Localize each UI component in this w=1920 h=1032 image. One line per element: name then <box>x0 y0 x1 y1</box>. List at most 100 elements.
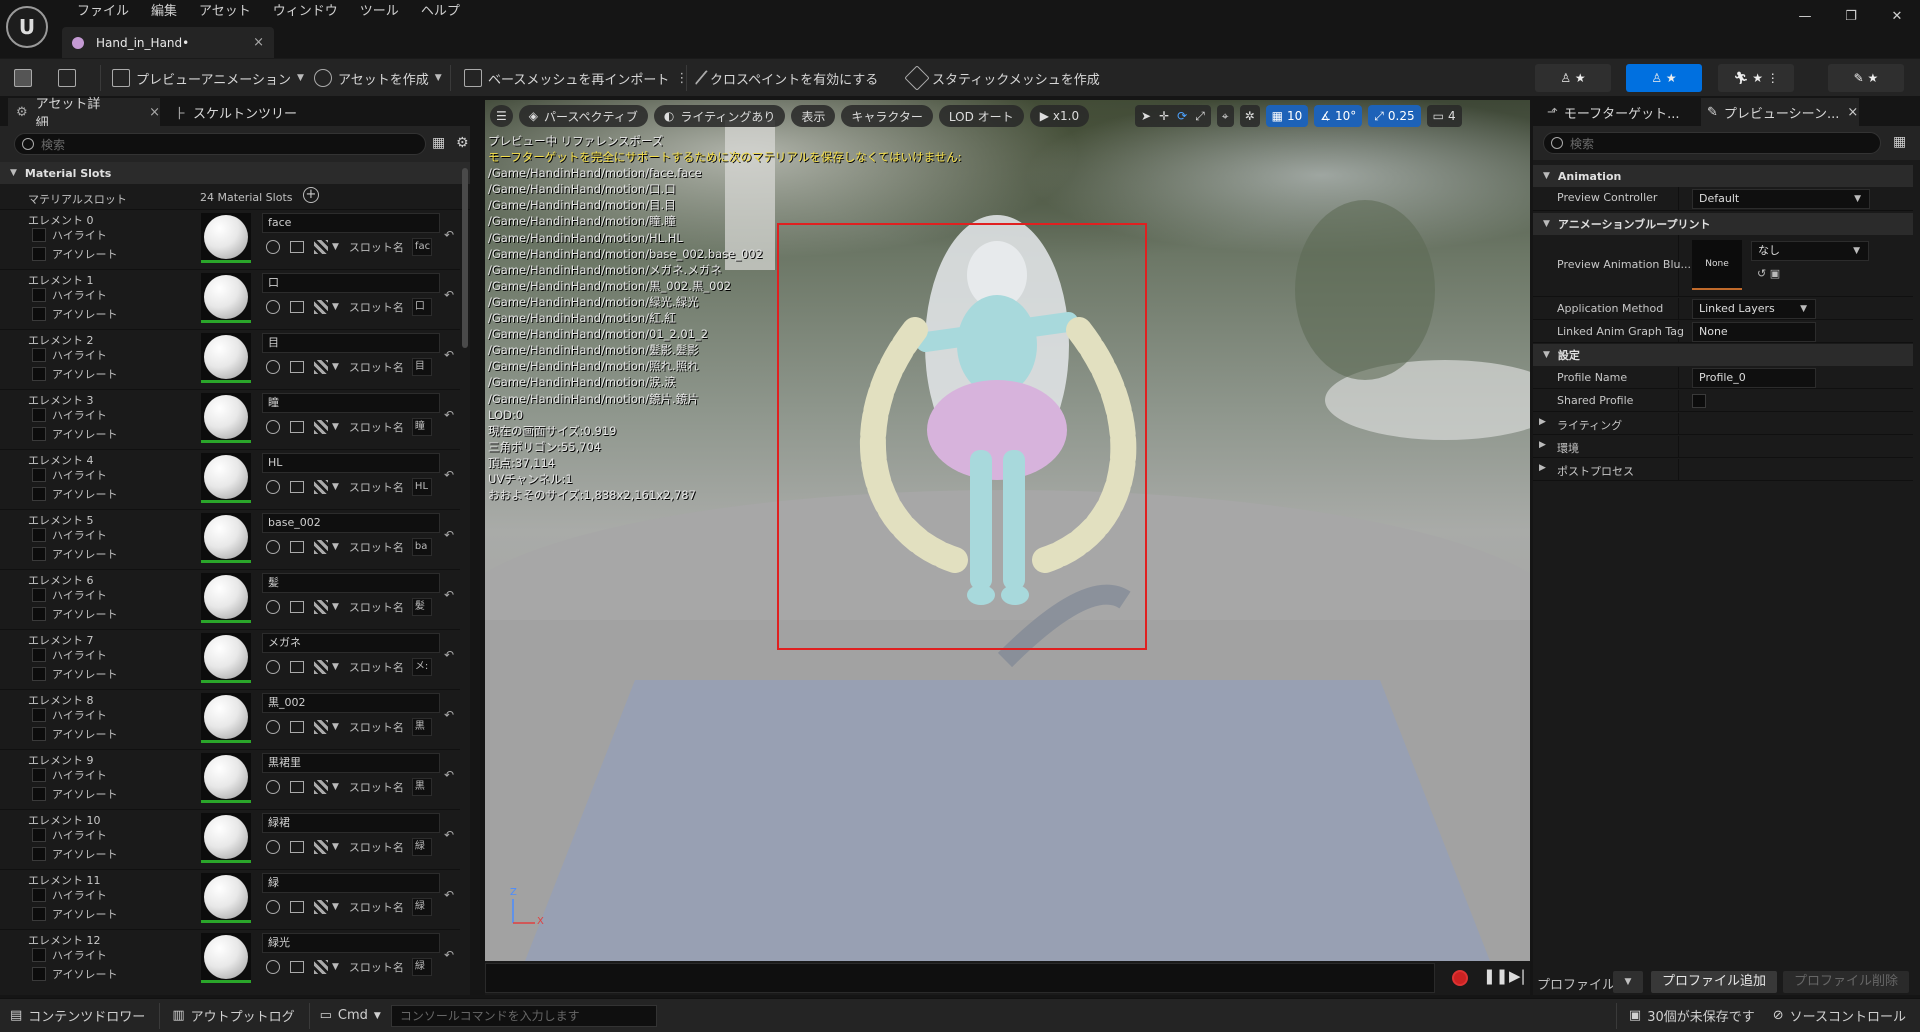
highlight-toggle[interactable]: ハイライト <box>32 647 107 663</box>
isolate-checkbox[interactable] <box>32 787 46 801</box>
isolate-toggle[interactable]: アイソレート <box>32 906 117 922</box>
reset-arrow-icon[interactable]: ↶ <box>444 888 454 902</box>
material-options-icon[interactable] <box>314 360 328 374</box>
material-thumbnail[interactable] <box>201 633 251 683</box>
playback-speed-button[interactable]: ▶ x1.0 <box>1029 105 1090 127</box>
chevron-down-icon[interactable]: ▼ <box>332 302 339 312</box>
character-button[interactable]: キャラクター <box>841 105 933 127</box>
material-name-field[interactable]: 口 <box>262 273 440 293</box>
highlight-toggle[interactable]: ハイライト <box>32 767 107 783</box>
material-options-icon[interactable] <box>314 480 328 494</box>
material-thumbnail[interactable] <box>201 753 251 803</box>
use-selected-icon[interactable] <box>266 720 280 734</box>
reset-arrow-icon[interactable]: ↶ <box>444 228 454 242</box>
highlight-toggle[interactable]: ハイライト <box>32 527 107 543</box>
material-slots-category[interactable]: ▼ Material Slots <box>0 162 470 184</box>
use-selected-icon[interactable] <box>266 960 280 974</box>
material-options-icon[interactable] <box>314 780 328 794</box>
slot-name-field[interactable]: 黒 <box>411 718 432 736</box>
isolate-toggle[interactable]: アイソレート <box>32 726 117 742</box>
use-selected-icon[interactable] <box>266 900 280 914</box>
use-selected-icon[interactable] <box>266 240 280 254</box>
isolate-toggle[interactable]: アイソレート <box>32 366 117 382</box>
slot-name-field[interactable]: 緑 <box>411 898 432 916</box>
record-icon[interactable] <box>1452 970 1468 986</box>
add-material-icon[interactable]: + <box>303 187 319 203</box>
rp-search-input[interactable]: 検索 <box>1543 132 1881 154</box>
isolate-checkbox[interactable] <box>32 727 46 741</box>
isolate-toggle[interactable]: アイソレート <box>32 306 117 322</box>
material-thumbnail[interactable] <box>201 213 251 263</box>
material-thumbnail[interactable] <box>201 333 251 383</box>
use-selected-icon[interactable] <box>266 840 280 854</box>
menu-window[interactable]: ウィンドウ <box>262 2 349 22</box>
chevron-down-icon[interactable]: ▼ <box>332 422 339 432</box>
isolate-toggle[interactable]: アイソレート <box>32 246 117 262</box>
preview-controller-dropdown[interactable]: Default ▼ <box>1692 189 1870 209</box>
material-name-field[interactable]: base_002 <box>262 513 440 533</box>
chevron-down-icon[interactable]: ▼ <box>332 602 339 612</box>
shared-profile-checkbox[interactable] <box>1692 394 1706 408</box>
anim-bp-dropdown[interactable]: なし ▼ <box>1751 241 1869 261</box>
use-selected-icon[interactable] <box>266 780 280 794</box>
browse-asset-icon[interactable] <box>290 901 304 913</box>
menu-edit[interactable]: 編集 <box>140 2 188 22</box>
browse-button[interactable] <box>58 59 82 97</box>
console-input[interactable]: コンソールコマンドを入力します <box>390 1004 657 1027</box>
reset-arrow-icon[interactable]: ↶ <box>444 348 454 362</box>
chevron-down-icon[interactable]: ▼ <box>332 722 339 732</box>
slot-name-field[interactable]: fac <box>411 238 432 256</box>
isolate-checkbox[interactable] <box>32 967 46 981</box>
preview-animation-button[interactable]: プレビューアニメーション ▼ <box>112 59 304 97</box>
isolate-toggle[interactable]: アイソレート <box>32 426 117 442</box>
material-name-field[interactable]: 緑 <box>262 873 440 893</box>
chevron-down-icon[interactable]: ▼ <box>332 902 339 912</box>
highlight-checkbox[interactable] <box>32 648 46 662</box>
scale-icon[interactable]: ⤢ <box>1195 109 1205 124</box>
browse-asset-icon[interactable] <box>290 721 304 733</box>
reset-arrow-icon[interactable]: ↶ <box>444 768 454 782</box>
lighting-button[interactable]: ◐ ライティングあり <box>653 105 786 127</box>
isolate-toggle[interactable]: アイソレート <box>32 666 117 682</box>
highlight-checkbox[interactable] <box>32 348 46 362</box>
slot-name-field[interactable]: 髪 <box>411 598 432 616</box>
postprocess-category[interactable]: ▶ ポストプロセス <box>1533 459 1913 481</box>
slot-name-field[interactable]: HL <box>411 478 432 496</box>
output-log-button[interactable]: ▥ アウトプットログ <box>160 1002 310 1029</box>
make-static-mesh-button[interactable]: スタティックメッシュを作成 <box>904 59 1100 97</box>
highlight-toggle[interactable]: ハイライト <box>32 887 107 903</box>
show-button[interactable]: 表示 <box>791 105 836 127</box>
highlight-checkbox[interactable] <box>32 228 46 242</box>
browse-asset-icon[interactable] <box>290 481 304 493</box>
cloth-paint-button[interactable]: クロスペイントを有効にする <box>694 59 878 97</box>
table-view-icon[interactable]: ▦ <box>1893 134 1906 150</box>
use-selected-icon[interactable] <box>266 420 280 434</box>
browse-asset-icon[interactable] <box>290 301 304 313</box>
close-tab-icon[interactable]: × <box>253 35 264 50</box>
animation-mode-button[interactable]: 🏃︎ ★ ⋮ <box>1718 64 1794 92</box>
tab-asset-details[interactable]: ⚙ アセット詳細 × <box>8 97 160 131</box>
isolate-checkbox[interactable] <box>32 427 46 441</box>
use-selected-icon[interactable] <box>266 660 280 674</box>
reset-arrow-icon[interactable]: ↶ <box>444 288 454 302</box>
highlight-checkbox[interactable] <box>32 468 46 482</box>
menu-file[interactable]: ファイル <box>66 2 140 22</box>
slot-name-field[interactable]: 緑 <box>411 958 432 976</box>
settings-category[interactable]: ▼ 設定 <box>1533 344 1913 366</box>
table-view-icon[interactable]: ▦ <box>432 135 445 151</box>
use-selected-icon[interactable] <box>266 360 280 374</box>
reset-arrow-icon[interactable]: ↶ <box>444 468 454 482</box>
highlight-toggle[interactable]: ハイライト <box>32 467 107 483</box>
close-tab-icon[interactable]: × <box>149 105 160 120</box>
isolate-toggle[interactable]: アイソレート <box>32 606 117 622</box>
isolate-checkbox[interactable] <box>32 607 46 621</box>
isolate-toggle[interactable]: アイソレート <box>32 846 117 862</box>
application-method-dropdown[interactable]: Linked Layers ▼ <box>1692 299 1816 319</box>
viewport[interactable]: ☰ ◈ パースペクティブ ◐ ライティングあり 表示 キャラクター LOD オート … <box>485 100 1530 961</box>
browse-asset-icon[interactable] <box>290 421 304 433</box>
viewport-menu-button[interactable]: ☰ <box>490 105 513 127</box>
material-options-icon[interactable] <box>314 600 328 614</box>
material-thumbnail[interactable] <box>201 513 251 563</box>
browse-asset-icon[interactable] <box>290 781 304 793</box>
material-options-icon[interactable] <box>314 300 328 314</box>
